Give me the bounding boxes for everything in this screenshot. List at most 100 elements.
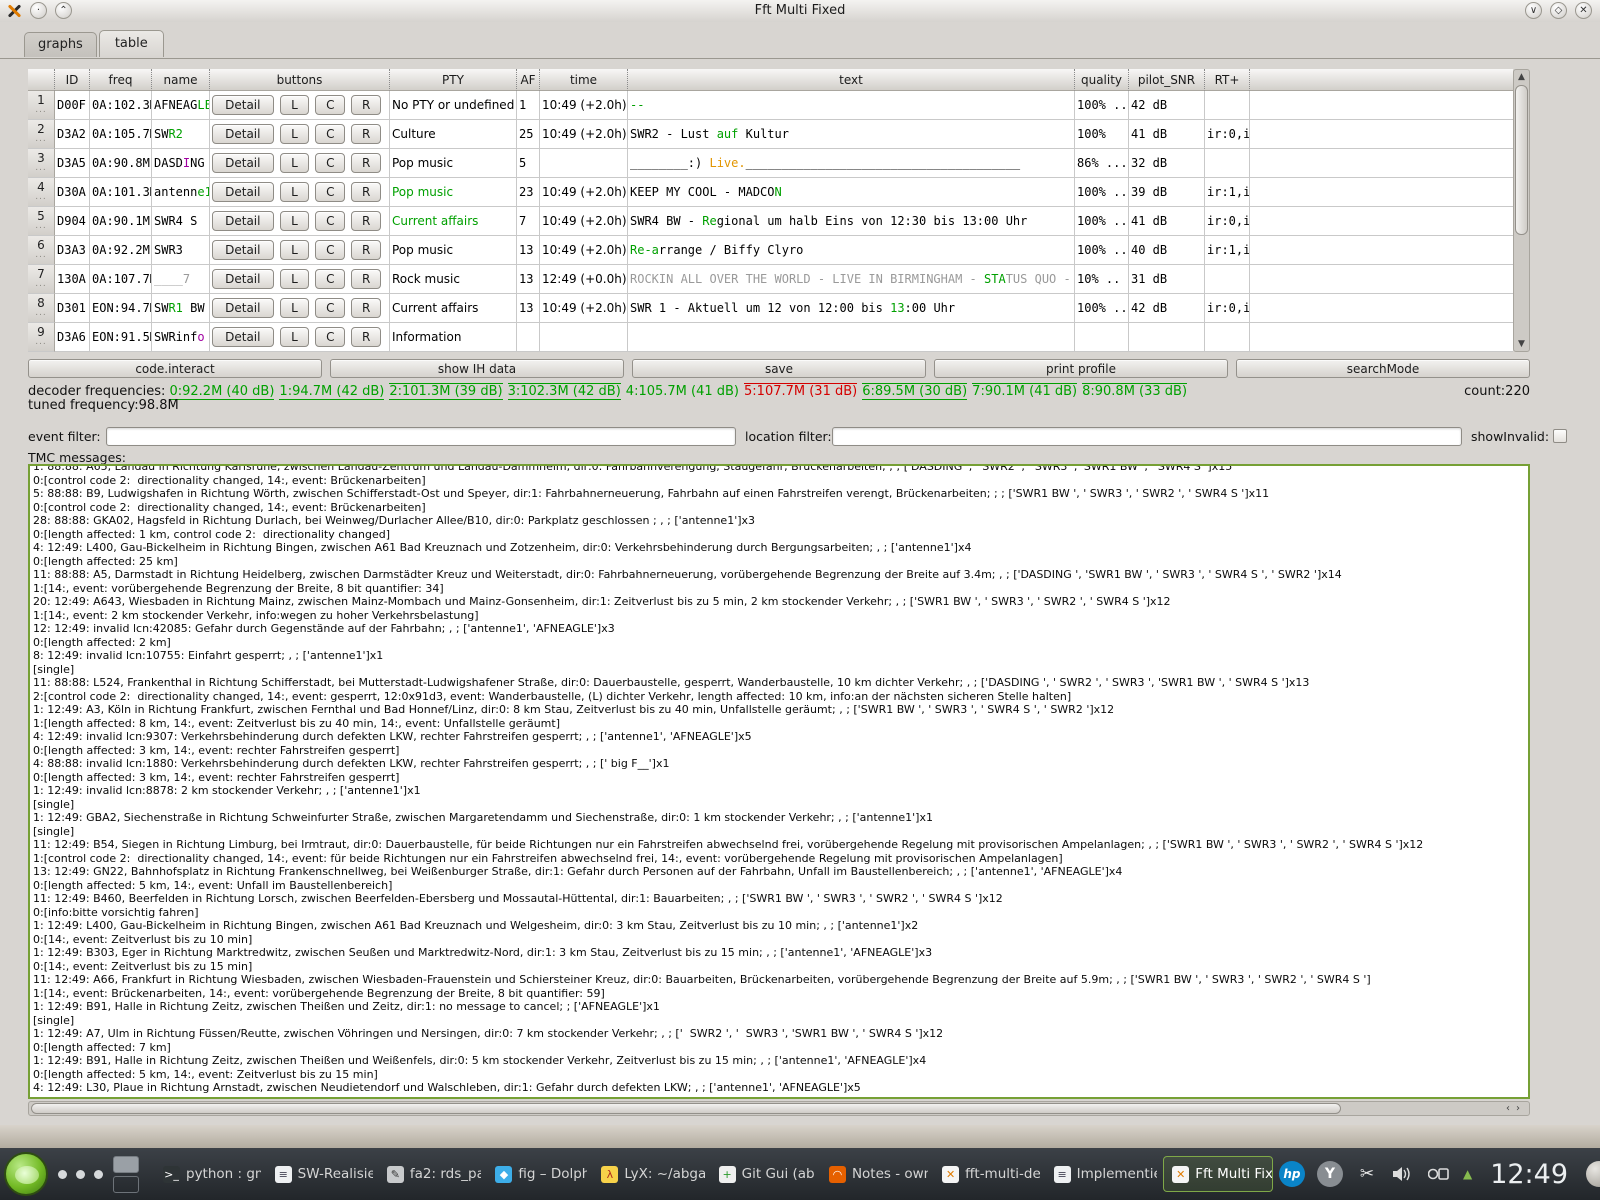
l-button[interactable]: L	[280, 182, 310, 202]
c-button[interactable]: C	[315, 298, 345, 318]
scroll-up-arrow[interactable]: ▲	[1514, 70, 1529, 84]
show-invalid-checkbox[interactable]	[1553, 429, 1567, 443]
taskbar-task[interactable]: >_python : gnur	[155, 1156, 261, 1192]
minimize-button[interactable]: ∨	[1525, 2, 1542, 19]
column-header-freq[interactable]: freq	[90, 69, 152, 91]
r-button[interactable]: R	[351, 269, 381, 289]
r-button[interactable]: R	[351, 240, 381, 260]
r-button[interactable]: R	[351, 95, 381, 115]
l-button[interactable]: L	[280, 269, 310, 289]
row-header[interactable]: 7...	[28, 265, 55, 294]
taskbar-task[interactable]: λLyX: ~/abgabe	[593, 1156, 704, 1192]
title-bar[interactable]: · ⌃ Fft Multi Fixed ∨ ◇ ✕	[0, 0, 1600, 22]
r-button[interactable]: R	[351, 124, 381, 144]
l-button[interactable]: L	[280, 327, 310, 347]
column-header-name[interactable]: name	[152, 69, 210, 91]
column-header-pty[interactable]: PTY	[390, 69, 517, 91]
taskbar-task[interactable]: ✕fft-multi-deco	[934, 1156, 1040, 1192]
scrollbar-thumb[interactable]	[31, 1103, 1341, 1114]
detail-button[interactable]: Detail	[212, 240, 274, 260]
desktop-1[interactable]	[113, 1156, 139, 1173]
row-header[interactable]: 6...	[28, 236, 55, 265]
l-button[interactable]: L	[280, 153, 310, 173]
battery-icon[interactable]	[1427, 1162, 1451, 1186]
taskbar-task[interactable]: ≡SW-Realisieru	[267, 1156, 373, 1192]
l-button[interactable]: L	[280, 95, 310, 115]
detail-button[interactable]: Detail	[212, 298, 274, 318]
l-button[interactable]: L	[280, 298, 310, 318]
detail-button[interactable]: Detail	[212, 153, 274, 173]
arrow-up-icon[interactable]: ▲	[1463, 1167, 1472, 1181]
row-header[interactable]: 1...	[28, 91, 55, 120]
app-launcher-button[interactable]	[4, 1152, 48, 1196]
c-button[interactable]: C	[315, 269, 345, 289]
column-header-af[interactable]: AF	[517, 69, 540, 91]
code-interact-button[interactable]: code.interact	[28, 359, 322, 378]
scroll-arrows[interactable]: ‹›	[1506, 1102, 1526, 1115]
detail-button[interactable]: Detail	[212, 124, 274, 144]
r-button[interactable]: R	[351, 298, 381, 318]
activity-dots[interactable]	[58, 1170, 103, 1179]
taskbar-task[interactable]: ✕Fft Multi Fixed	[1163, 1156, 1273, 1192]
desktop-2[interactable]	[113, 1176, 139, 1193]
l-button[interactable]: L	[280, 211, 310, 231]
scrollbar-thumb[interactable]	[1515, 85, 1528, 235]
column-header-time[interactable]: time	[540, 69, 628, 91]
tab-table[interactable]: table	[99, 30, 164, 57]
c-button[interactable]: C	[315, 327, 345, 347]
row-header[interactable]: 4...	[28, 178, 55, 207]
l-button[interactable]: L	[280, 240, 310, 260]
taskbar-task[interactable]: ◠Notes - ownCl	[821, 1156, 928, 1192]
detail-button[interactable]: Detail	[212, 182, 274, 202]
r-button[interactable]: R	[351, 211, 381, 231]
save-button[interactable]: save	[632, 359, 926, 378]
y-logo[interactable]: Y	[1317, 1161, 1343, 1187]
taskbar-task[interactable]: ≡Implementieru	[1046, 1156, 1158, 1192]
taskbar-task[interactable]: ✎fa2: rds_pars	[379, 1156, 482, 1192]
row-header[interactable]: 9...	[28, 323, 55, 352]
row-header[interactable]: 3...	[28, 149, 55, 178]
tab-graphs[interactable]: graphs	[24, 32, 97, 57]
detail-button[interactable]: Detail	[212, 327, 274, 347]
tray-overflow-icon[interactable]	[1586, 1161, 1600, 1187]
column-header-pilot-snr[interactable]: pilot_SNR	[1129, 69, 1205, 91]
scissors-icon[interactable]: ✂	[1355, 1162, 1379, 1186]
c-button[interactable]: C	[315, 211, 345, 231]
maximize-button[interactable]: ◇	[1550, 2, 1567, 19]
detail-button[interactable]: Detail	[212, 269, 274, 289]
volume-icon[interactable]	[1391, 1162, 1415, 1186]
c-button[interactable]: C	[315, 95, 345, 115]
column-header-quality[interactable]: quality	[1075, 69, 1129, 91]
c-button[interactable]: C	[315, 182, 345, 202]
c-button[interactable]: C	[315, 124, 345, 144]
show-ih-data-button[interactable]: show IH data	[330, 359, 624, 378]
close-button[interactable]: ✕	[1575, 2, 1592, 19]
scroll-down-arrow[interactable]: ▼	[1514, 337, 1529, 351]
column-header-text[interactable]: text	[628, 69, 1075, 91]
column-header-rt-[interactable]: RT+	[1205, 69, 1250, 91]
row-header[interactable]: 5...	[28, 207, 55, 236]
taskbar-task[interactable]: +Git Gui (abga	[711, 1156, 815, 1192]
searchmode-button[interactable]: searchMode	[1236, 359, 1530, 378]
c-button[interactable]: C	[315, 153, 345, 173]
event-filter-input[interactable]	[106, 427, 736, 446]
print-profile-button[interactable]: print profile	[934, 359, 1228, 378]
location-filter-input[interactable]	[832, 427, 1462, 446]
hp-logo[interactable]: hp	[1279, 1161, 1305, 1187]
tmc-messages-box[interactable]: 1: 88:88: A65, Landau in Richtung Karlsr…	[28, 464, 1530, 1099]
row-header[interactable]: 8...	[28, 294, 55, 323]
table-vertical-scrollbar[interactable]: ▲ ▼	[1513, 69, 1530, 352]
detail-button[interactable]: Detail	[212, 95, 274, 115]
column-header-id[interactable]: ID	[55, 69, 90, 91]
desktop-pager[interactable]	[113, 1156, 139, 1193]
row-header[interactable]: 2...	[28, 120, 55, 149]
r-button[interactable]: R	[351, 182, 381, 202]
detail-button[interactable]: Detail	[212, 211, 274, 231]
r-button[interactable]: R	[351, 153, 381, 173]
tmc-horizontal-scrollbar[interactable]: ‹›	[28, 1101, 1530, 1116]
column-header-buttons[interactable]: buttons	[210, 69, 390, 91]
l-button[interactable]: L	[280, 124, 310, 144]
taskbar-task[interactable]: ◆fig – Dolphin	[487, 1156, 587, 1192]
c-button[interactable]: C	[315, 240, 345, 260]
r-button[interactable]: R	[351, 327, 381, 347]
